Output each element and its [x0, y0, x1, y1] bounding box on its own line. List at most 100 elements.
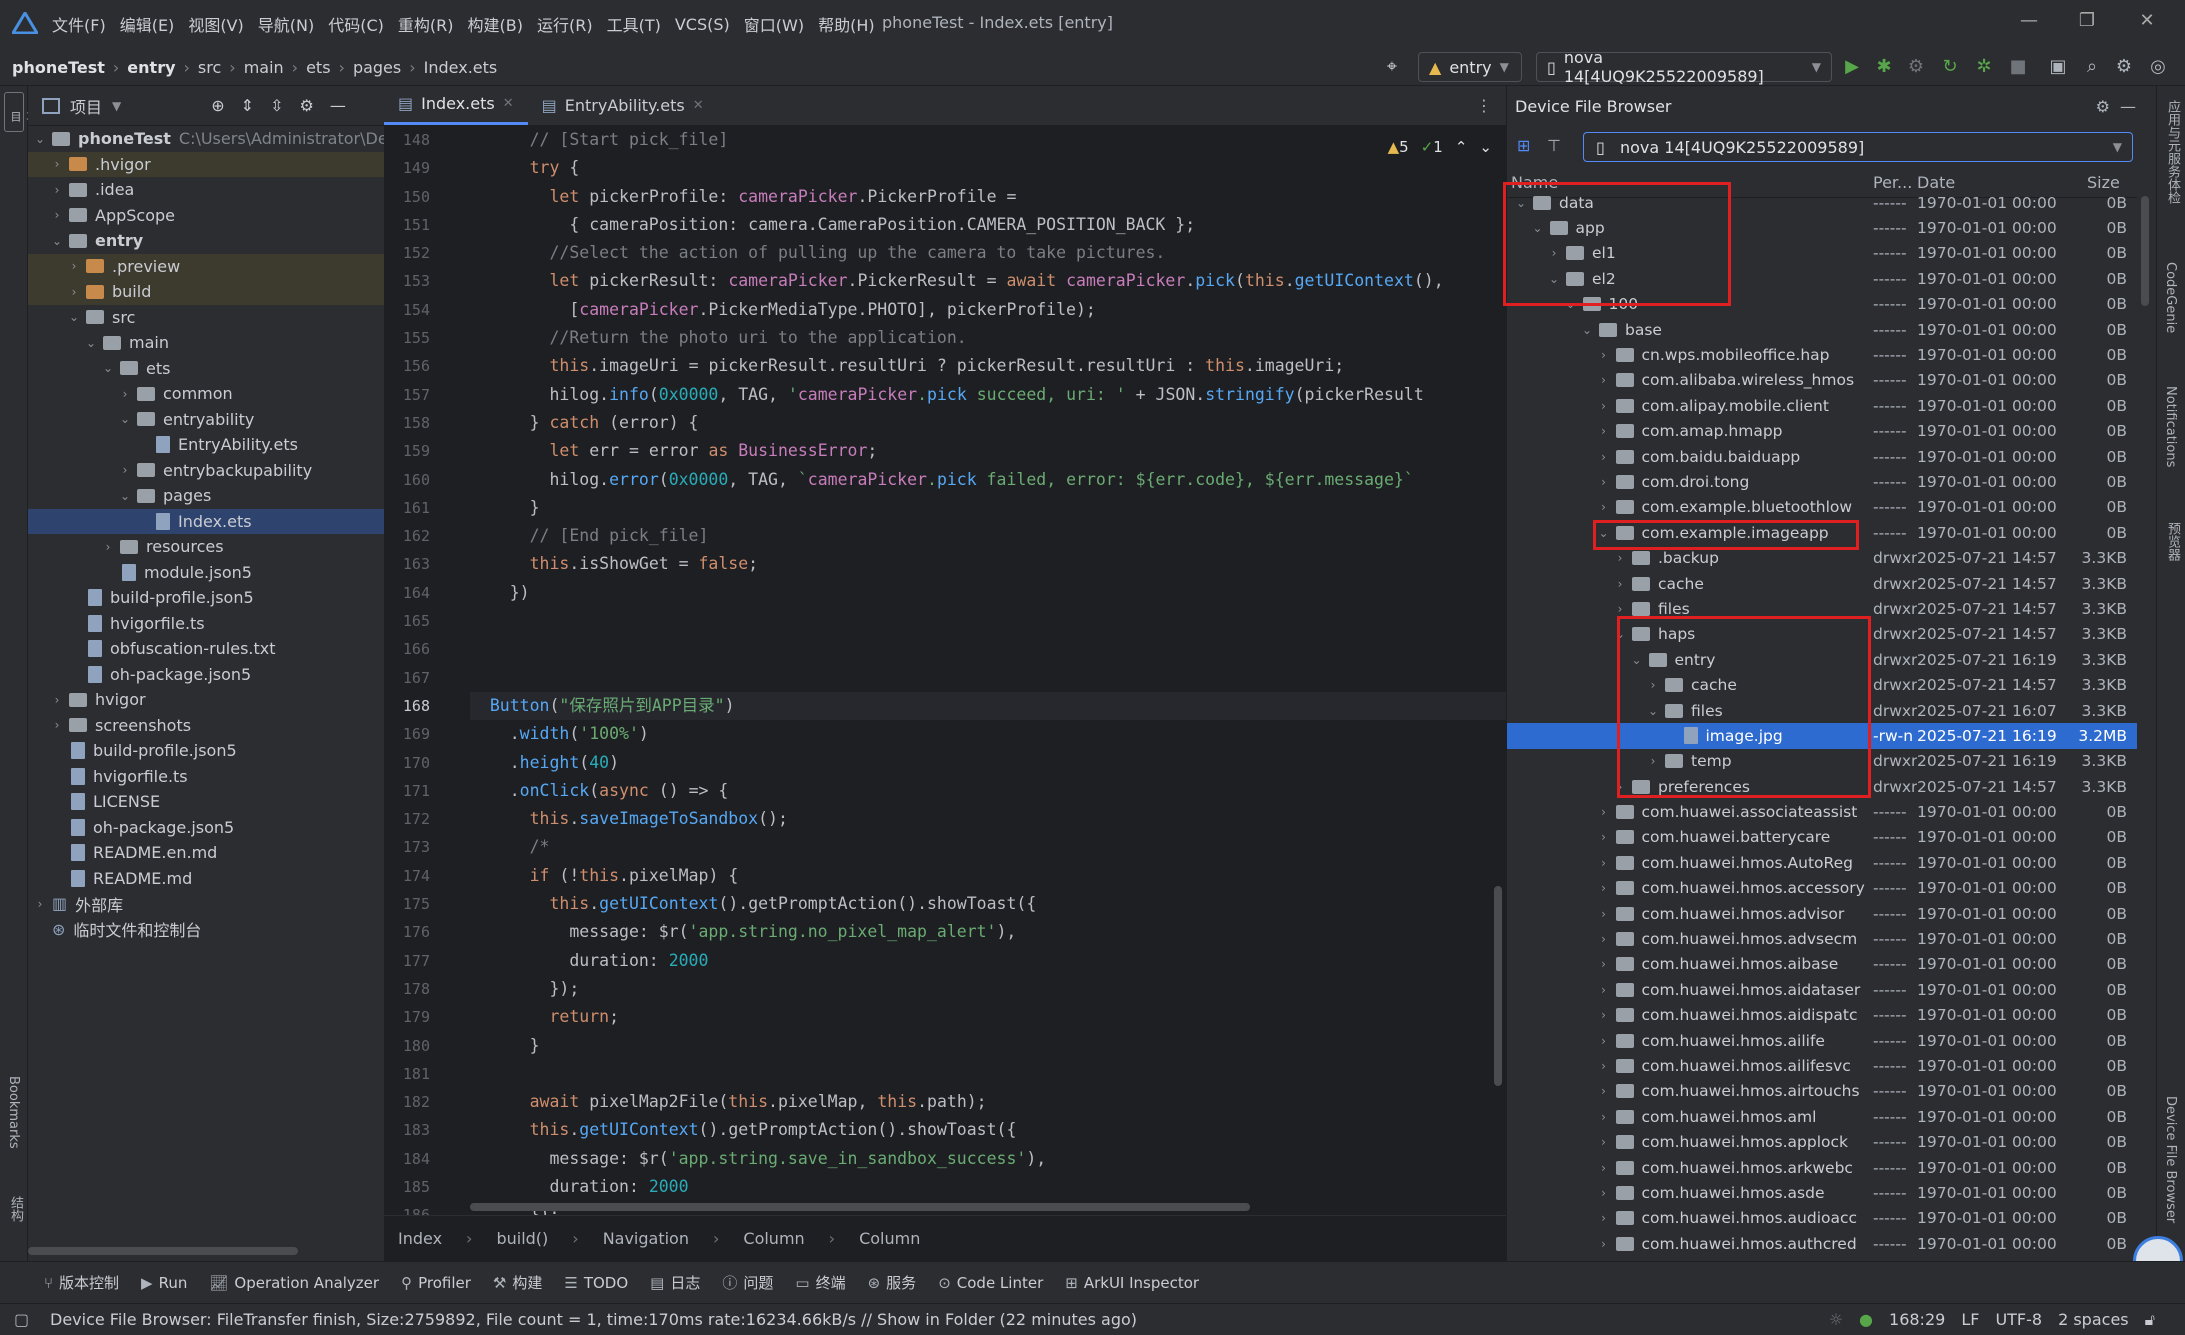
account-icon[interactable]: ◎	[2146, 55, 2170, 79]
previous-highlight-icon[interactable]: ⌃	[1455, 138, 1468, 156]
chevron-right-icon[interactable]: ›	[49, 718, 65, 732]
chevron-right-icon[interactable]: ›	[117, 463, 133, 477]
chevron-right-icon[interactable]: ›	[1596, 1211, 1612, 1225]
tool-window-button[interactable]: ⚒ 构建	[493, 1272, 542, 1293]
chevron-right-icon[interactable]: ›	[1596, 424, 1612, 438]
vertical-scrollbar[interactable]	[2141, 196, 2149, 306]
tab-entryability-ets[interactable]: ▤ EntryAbility.ets ✕	[528, 85, 718, 125]
project-tree-item[interactable]: build-profile.json5	[28, 738, 384, 764]
dfb-row[interactable]: › com.huawei.hmos.audioacc ------ 1970-01-0…	[1507, 1206, 2137, 1231]
chevron-right-icon[interactable]: ›	[66, 259, 82, 273]
chevron-right-icon[interactable]: ›	[1596, 1110, 1612, 1124]
attach-debugger-icon[interactable]: ⚙	[1904, 55, 1928, 79]
menu-item[interactable]: 窗口(W)	[744, 12, 804, 36]
dfb-row[interactable]: › com.amap.hmapp ------ 1970-01-01 00:00 0B	[1507, 419, 2137, 444]
notifications-tool-button[interactable]: Notifications	[2163, 386, 2178, 467]
dfb-row[interactable]: › com.alibaba.wireless_hmos ------ 1970-01-…	[1507, 368, 2137, 393]
chevron-right-icon[interactable]: ›	[1596, 830, 1612, 844]
chevron-right-icon[interactable]: ›	[1596, 1008, 1612, 1022]
editor-breadcrumb-item[interactable]: Column	[743, 1229, 804, 1248]
project-tree-item[interactable]: › resources	[28, 534, 384, 560]
dfb-row[interactable]: › com.baidu.baiduapp ------ 1970-01-01 00:0…	[1507, 444, 2137, 469]
chevron-right-icon[interactable]: ›	[1596, 399, 1612, 413]
project-tree-item[interactable]: module.json5	[28, 560, 384, 586]
cursor-position[interactable]: 168:29	[1889, 1310, 1945, 1330]
project-tree-item[interactable]: README.en.md	[28, 840, 384, 866]
breadcrumb-item[interactable]: pages	[353, 58, 401, 77]
tool-window-button[interactable]: ⓘ 问题	[722, 1272, 773, 1293]
dfb-row[interactable]: › com.huawei.batterycare ------ 1970-01-01 …	[1507, 825, 2137, 850]
dfb-row[interactable]: › com.huawei.hmos.accessory ------ 1970-01-…	[1507, 876, 2137, 901]
project-tree-item[interactable]: › .idea	[28, 177, 384, 203]
dfb-row[interactable]: › com.huawei.hmos.advsecm ------ 1970-01-01…	[1507, 926, 2137, 951]
chevron-right-icon[interactable]: ›	[1596, 1237, 1612, 1251]
chevron-right-icon[interactable]: ›	[1596, 856, 1612, 870]
chevron-right-icon[interactable]: ›	[1596, 881, 1612, 895]
chevron-right-icon[interactable]: ›	[1596, 450, 1612, 464]
line-ending[interactable]: LF	[1961, 1310, 1979, 1330]
project-tree-item[interactable]: ⌄ phoneTest C:\Users\Administrator\Deskt	[28, 126, 384, 152]
chevron-down-icon[interactable]: ⌄	[100, 361, 116, 375]
menu-item[interactable]: 构建(B)	[468, 12, 523, 36]
encoding[interactable]: UTF-8	[1995, 1310, 2042, 1330]
inspection-icon[interactable]: ☼	[1829, 1310, 1843, 1330]
project-tree-item[interactable]: obfuscation-rules.txt	[28, 636, 384, 662]
menu-item[interactable]: 编辑(E)	[120, 12, 175, 36]
chevron-right-icon[interactable]: ›	[49, 183, 65, 197]
chevron-right-icon[interactable]: ›	[1596, 805, 1612, 819]
chevron-right-icon[interactable]: ›	[1612, 551, 1628, 565]
dfb-row[interactable]: › com.huawei.hmos.arkwebc ------ 1970-01-01…	[1507, 1155, 2137, 1180]
settings-icon[interactable]: ⚙	[2112, 55, 2136, 79]
chevron-right-icon[interactable]: ›	[1596, 500, 1612, 514]
target-icon[interactable]: ⌖	[1380, 55, 1404, 79]
project-tree-item[interactable]: LICENSE	[28, 789, 384, 815]
project-tree-item[interactable]: ⊛ 临时文件和控制台	[28, 917, 384, 943]
project-tree-item[interactable]: README.md	[28, 866, 384, 892]
menu-item[interactable]: 运行(R)	[537, 12, 593, 36]
dfb-row[interactable]: › com.huawei.hmos.aibase ------ 1970-01-01 …	[1507, 952, 2137, 977]
apply-changes-icon[interactable]: ✲	[1972, 55, 1996, 79]
chevron-right-icon[interactable]: ›	[1596, 983, 1612, 997]
project-tree-item[interactable]: › .preview	[28, 253, 384, 279]
dfb-row[interactable]: › com.huawei.hmos.aidispatc ------ 1970-01-…	[1507, 1003, 2137, 1028]
menu-item[interactable]: 代码(C)	[328, 12, 384, 36]
menu-item[interactable]: 文件(F)	[52, 12, 106, 36]
chevron-right-icon[interactable]: ›	[117, 387, 133, 401]
hide-icon[interactable]: —	[2120, 97, 2136, 116]
chevron-right-icon[interactable]: ›	[1596, 1186, 1612, 1200]
tool-window-button[interactable]: ▭ 终端	[795, 1272, 845, 1293]
editor-breadcrumb-item[interactable]: Navigation	[603, 1229, 689, 1248]
dfb-row[interactable]: › com.huawei.hmos.AutoReg ------ 1970-01-01…	[1507, 850, 2137, 875]
project-tree-item[interactable]: › entrybackupability	[28, 458, 384, 484]
project-tree-item[interactable]: build-profile.json5	[28, 585, 384, 611]
chevron-down-icon[interactable]: ⌄	[117, 489, 133, 503]
chevron-down-icon[interactable]: ⌄	[32, 132, 48, 146]
chevron-down-icon[interactable]: ⌄	[49, 234, 65, 248]
codegenie-tool-button[interactable]: CodeGenie	[2163, 262, 2178, 333]
project-tree-item[interactable]: ⌄ entryability	[28, 407, 384, 433]
expand-all-icon[interactable]: ⇕	[241, 96, 254, 115]
menu-item[interactable]: 重构(R)	[398, 12, 454, 36]
project-tree-item[interactable]: › .hvigor	[28, 151, 384, 177]
more-options-icon[interactable]: ⋮	[1476, 96, 1492, 115]
bookmarks-tool-button[interactable]: Bookmarks	[6, 1076, 21, 1149]
tool-window-button[interactable]: ⊙ Code Linter	[938, 1274, 1043, 1292]
dfb-row[interactable]: ⌄ base ------ 1970-01-01 00:00 0B	[1507, 317, 2137, 342]
chevron-right-icon[interactable]: ›	[1596, 348, 1612, 362]
dfb-row[interactable]: › com.huawei.hmos.asde ------ 1970-01-01 00…	[1507, 1180, 2137, 1205]
indent[interactable]: 2 spaces	[2058, 1310, 2129, 1330]
horizontal-scrollbar[interactable]	[28, 1247, 298, 1255]
horizontal-scrollbar[interactable]	[470, 1203, 1250, 1211]
project-tree-item[interactable]: EntryAbility.ets	[28, 432, 384, 458]
menu-item[interactable]: 工具(T)	[607, 12, 661, 36]
chevron-down-icon[interactable]: ⌄	[83, 336, 99, 350]
project-tree-item[interactable]: › ▥ 外部库	[28, 891, 384, 917]
project-tree-item[interactable]: hvigorfile.ts	[28, 764, 384, 790]
chevron-right-icon[interactable]: ›	[49, 157, 65, 171]
device-manager-icon[interactable]: ▣	[2046, 55, 2070, 79]
search-icon[interactable]: ⌕	[2080, 55, 2104, 79]
tool-window-button[interactable]: ⊛ 服务	[868, 1272, 917, 1293]
chevron-down-icon[interactable]: ▼	[112, 99, 121, 113]
project-tree-item[interactable]: › screenshots	[28, 713, 384, 739]
dfb-row[interactable]: › com.huawei.hmos.ailife ------ 1970-01-01 …	[1507, 1028, 2137, 1053]
